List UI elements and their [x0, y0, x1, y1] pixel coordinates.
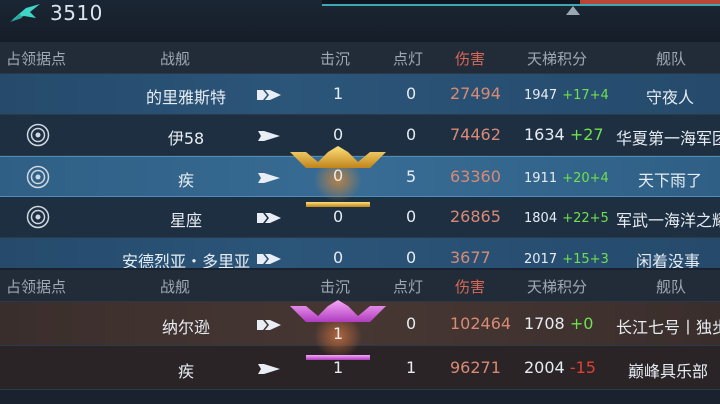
fleet-name: 军武一海洋之耀 [616, 211, 720, 230]
fleet-name: 守夜人 [646, 88, 695, 107]
col-damage: 伤害 [455, 278, 486, 296]
ladder-score: 1947 +17+4 [524, 88, 609, 103]
lights-value: 0 [406, 207, 417, 226]
col-ship: 战舰 [160, 278, 191, 296]
progress-fill-enemy [580, 0, 720, 4]
double-arrow-icon [257, 90, 281, 100]
damage-value: 3677 [450, 248, 491, 267]
ladder-score: 2004 -15 [524, 358, 596, 377]
score-value: 3510 [50, 1, 103, 25]
player-row[interactable]: 安德烈亚・多里亚 0 0 3677 2017 +15+3 闲着没事 [0, 238, 720, 268]
damage-value: 102464 [450, 314, 512, 333]
lights-value: 0 [406, 84, 417, 103]
damage-value: 63360 [450, 167, 501, 186]
progress-bar [322, 0, 720, 6]
double-arrow-icon [257, 320, 281, 330]
fleet-name: 巅峰具乐部 [628, 362, 709, 381]
arrow-icon [258, 131, 280, 141]
lights-value: 0 [406, 248, 417, 267]
lights-value: 5 [406, 167, 417, 186]
capture-target-icon [26, 205, 50, 229]
col-capture: 占领据点 [6, 278, 67, 296]
col-damage: 伤害 [455, 50, 486, 68]
damage-value: 74462 [450, 125, 501, 144]
team-b-header: 占领据点 战舰 击沉 点灯 伤害 天梯积分 舰队 [0, 270, 720, 302]
kills-value: 1 [333, 84, 344, 103]
team-b-scoreboard: 占领据点 战舰 击沉 点灯 伤害 天梯积分 舰队 纳尔逊 0 102464 17… [0, 270, 720, 404]
arrow-icon [258, 173, 280, 183]
lights-value: 0 [406, 314, 417, 333]
damage-value: 96271 [450, 358, 501, 377]
ladder-score: 1911 +20+4 [524, 171, 609, 186]
fleet-name: 天下雨了 [638, 171, 703, 190]
lights-value: 1 [406, 358, 417, 377]
double-arrow-icon [257, 254, 281, 264]
team-a-header: 占领据点 战舰 击沉 点灯 伤害 天梯积分 舰队 [0, 42, 720, 74]
col-fleet: 舰队 [656, 50, 687, 68]
kills-value: 1 [333, 324, 344, 343]
col-ladder: 天梯积分 [527, 278, 588, 296]
damage-value: 26865 [450, 207, 501, 226]
ladder-score: 2017 +15+3 [524, 252, 609, 267]
col-ship: 战舰 [160, 50, 191, 68]
col-fleet: 舰队 [656, 278, 687, 296]
fleet-name: 闲着没事 [636, 252, 701, 268]
ladder-score: 1634 +27 [524, 125, 604, 144]
col-capture: 占领据点 [6, 50, 67, 68]
capture-target-icon [26, 165, 50, 189]
kills-value: 0 [333, 248, 344, 267]
capture-target-icon [26, 123, 50, 147]
lights-value: 0 [406, 125, 417, 144]
fleet-name: 华夏第一海军团 [616, 129, 720, 148]
progress-marker-icon [566, 6, 580, 15]
damage-value: 27494 [450, 84, 501, 103]
col-kills: 击沉 [320, 278, 351, 296]
top-bar: 3510 [0, 0, 720, 42]
col-lights: 点灯 [393, 278, 424, 296]
fleet-name: 长江七号丨独步 [616, 318, 720, 337]
plane-wings-icon [10, 4, 40, 22]
double-arrow-icon [257, 213, 281, 223]
ladder-score: 1804 +22+5 [524, 211, 609, 226]
team-a-scoreboard: 占领据点 战舰 击沉 点灯 伤害 天梯积分 舰队 的里雅斯特 1 0 27494… [0, 42, 720, 268]
col-kills: 击沉 [320, 50, 351, 68]
player-row[interactable]: 的里雅斯特 1 0 27494 1947 +17+4 守夜人 [0, 74, 720, 115]
col-ladder: 天梯积分 [527, 50, 588, 68]
ladder-score: 1708 +0 [524, 314, 594, 333]
arrow-icon [258, 364, 280, 374]
col-lights: 点灯 [393, 50, 424, 68]
kills-value: 0 [333, 125, 344, 144]
kills-value: 0 [333, 166, 344, 185]
kills-value: 0 [333, 207, 344, 226]
